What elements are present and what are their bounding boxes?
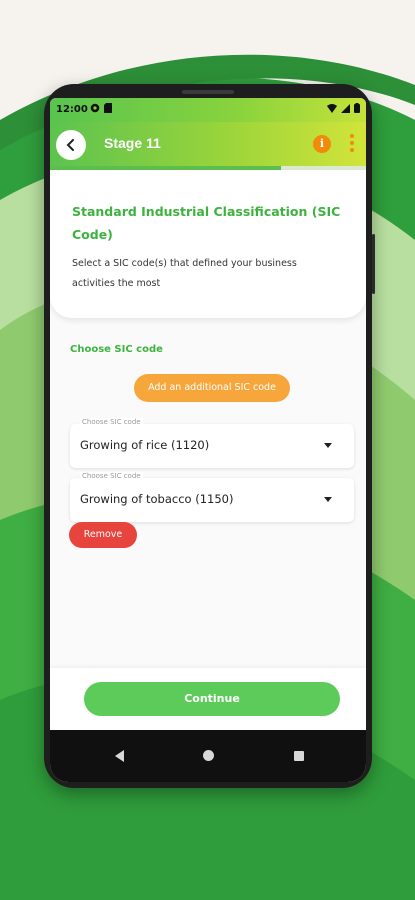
signal-icon xyxy=(341,103,350,113)
section-description: Select a SIC code(s) that defined your b… xyxy=(72,258,297,289)
select-label: Choose SIC code xyxy=(80,472,143,480)
gear-icon xyxy=(90,103,100,113)
app-bar: Stage 11 i xyxy=(50,122,366,166)
nav-home-icon[interactable] xyxy=(203,750,214,761)
phone-frame: 12:00 Stage 11 i Standard Industrial Cla… xyxy=(44,84,375,788)
select-label: Choose SIC code xyxy=(80,418,143,426)
speaker-grille xyxy=(182,90,234,94)
side-button xyxy=(372,234,375,294)
android-nav-bar xyxy=(50,730,366,782)
nav-back-icon[interactable] xyxy=(115,750,124,762)
screen: 12:00 Stage 11 i Standard Industrial Cla… xyxy=(50,98,366,782)
battery-icon xyxy=(354,103,360,113)
page-title: Stage 11 xyxy=(104,135,161,151)
sic-code-select[interactable]: Choose SIC code Growing of tobacco (1150… xyxy=(70,472,354,522)
info-icon[interactable]: i xyxy=(313,135,331,153)
bottom-action-bar: Continue xyxy=(50,668,366,730)
chevron-left-icon xyxy=(66,139,74,151)
wifi-icon xyxy=(327,103,337,113)
remove-button[interactable]: Remove xyxy=(69,522,137,548)
select-value: Growing of tobacco (1150) xyxy=(80,492,234,506)
status-bar: 12:00 xyxy=(50,98,366,122)
sd-card-icon xyxy=(104,103,112,113)
back-button[interactable] xyxy=(56,130,86,160)
dropdown-arrow-icon xyxy=(324,497,332,502)
sic-code-select[interactable]: Choose SIC code Growing of rice (1120) xyxy=(70,418,354,468)
dropdown-arrow-icon xyxy=(324,443,332,448)
status-time: 12:00 xyxy=(56,104,88,115)
header-card: Standard Industrial Classification (SIC … xyxy=(50,170,366,318)
select-value: Growing of rice (1120) xyxy=(80,438,210,452)
choose-sic-label: Choose SIC code xyxy=(70,344,163,355)
add-sic-code-button[interactable]: Add an additional SIC code xyxy=(134,374,290,402)
continue-button[interactable]: Continue xyxy=(84,682,340,716)
section-title: Standard Industrial Classification (SIC … xyxy=(72,204,341,242)
nav-recents-icon[interactable] xyxy=(294,751,304,761)
more-vertical-icon[interactable] xyxy=(348,133,356,155)
